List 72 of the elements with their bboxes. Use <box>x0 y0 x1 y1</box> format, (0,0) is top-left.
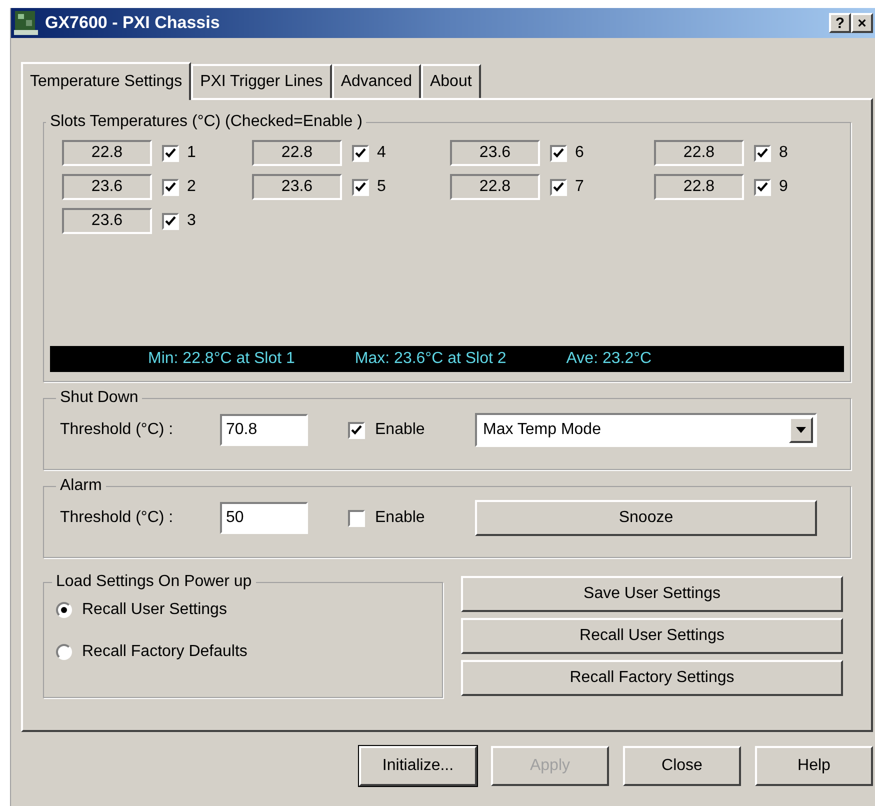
radio-button[interactable] <box>56 602 72 618</box>
radio-label: Recall Factory Defaults <box>82 642 248 662</box>
radio-label: Recall User Settings <box>82 600 227 620</box>
temperature-field[interactable]: 22.8 <box>654 140 744 166</box>
enable-label: Enable <box>375 508 426 528</box>
push-button[interactable]: Snooze <box>475 500 817 536</box>
slot-number: 1 <box>187 143 196 163</box>
group-title: Load Settings On Power up <box>55 572 253 592</box>
checkmark-icon <box>757 182 768 192</box>
push-button[interactable]: Help <box>755 746 873 786</box>
enable-label: Enable <box>375 420 426 440</box>
threshold-label: Threshold (°C) : <box>60 508 174 528</box>
close-button[interactable]: × <box>851 13 873 33</box>
checkmark-icon <box>165 148 176 158</box>
checkmark-icon <box>757 148 768 158</box>
temperature-field[interactable]: 22.8 <box>62 140 152 166</box>
checkbox[interactable] <box>352 178 369 196</box>
temperature-field[interactable]: 22.8 <box>450 174 540 200</box>
checkbox[interactable] <box>352 144 369 162</box>
checkmark-icon <box>355 182 366 192</box>
tab[interactable]: About <box>420 64 481 98</box>
group-title: Slots Temperatures (°C) (Checked=Enable ) <box>49 112 364 132</box>
threshold-field[interactable]: 50 <box>220 502 308 534</box>
radio-button[interactable] <box>56 644 72 660</box>
temperature-field[interactable]: 22.8 <box>252 140 342 166</box>
checkmark-icon <box>553 182 564 192</box>
summary-text: Ave: 23.2°C <box>566 349 652 369</box>
threshold-label: Threshold (°C) : <box>60 420 174 440</box>
push-button[interactable]: Recall Factory Settings <box>461 660 843 696</box>
temperature-field[interactable]: 23.6 <box>62 208 152 234</box>
slot-number: 2 <box>187 177 196 197</box>
push-button[interactable]: Recall User Settings <box>461 618 843 654</box>
checkbox[interactable] <box>348 422 365 438</box>
push-button[interactable]: Save User Settings <box>461 576 843 612</box>
temperature-field[interactable]: 22.8 <box>654 174 744 200</box>
checkbox[interactable] <box>550 144 567 162</box>
slot-number: 9 <box>779 177 788 197</box>
mode-dropdown[interactable]: Max Temp Mode <box>475 413 817 447</box>
checkbox[interactable] <box>348 510 365 526</box>
help-button[interactable]: ? <box>829 13 851 33</box>
slot-number: 5 <box>377 177 386 197</box>
checkmark-icon <box>355 148 366 158</box>
checkmark-icon <box>553 148 564 158</box>
temperature-field[interactable]: 23.6 <box>62 174 152 200</box>
slot-number: 6 <box>575 143 584 163</box>
checkbox[interactable] <box>754 144 771 162</box>
summary-text: Max: 23.6°C at Slot 2 <box>354 349 506 369</box>
temperature-field[interactable]: 23.6 <box>252 174 342 200</box>
checkmark-icon <box>165 216 176 226</box>
tab[interactable]: Advanced <box>332 64 421 98</box>
checkbox[interactable] <box>162 212 179 230</box>
checkmark-icon <box>165 182 176 192</box>
tab[interactable]: PXI Trigger Lines <box>191 64 332 98</box>
checkmark-icon <box>351 424 362 436</box>
slot-number: 4 <box>377 143 386 163</box>
slot-number: 3 <box>187 211 196 231</box>
circuit-board-icon <box>13 10 39 36</box>
checkbox[interactable] <box>162 178 179 196</box>
push-button[interactable]: Close <box>623 746 741 786</box>
group-title: Alarm <box>59 476 103 496</box>
slot-number: 8 <box>779 143 788 163</box>
summary-text: Min: 22.8°C at Slot 1 <box>148 349 295 369</box>
window-title: GX7600 - PXI Chassis <box>45 12 220 34</box>
slot-number: 7 <box>575 177 584 197</box>
tab[interactable]: Temperature Settings <box>21 62 192 100</box>
threshold-field[interactable]: 70.8 <box>220 414 308 446</box>
checkbox[interactable] <box>754 178 771 196</box>
group-title: Shut Down <box>59 388 140 408</box>
temperature-field[interactable]: 23.6 <box>450 140 540 166</box>
push-button[interactable]: Initialize... <box>359 746 477 786</box>
checkbox[interactable] <box>162 144 179 162</box>
checkbox[interactable] <box>550 178 567 196</box>
